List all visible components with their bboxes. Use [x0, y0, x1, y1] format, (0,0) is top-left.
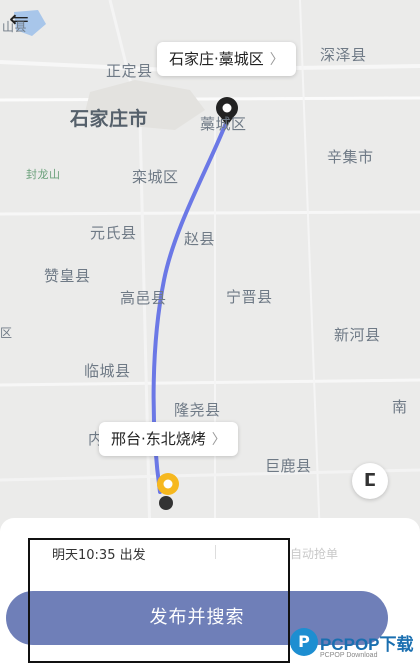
map-label: 正定县	[106, 62, 153, 80]
map-label: 栾城区	[132, 168, 179, 186]
map-label: 藁城区	[200, 115, 247, 133]
map-label: 赞皇县	[44, 267, 91, 285]
map-label: 宁晋县	[226, 288, 273, 306]
route-map[interactable]: ⇐ 山县 正定县 石家庄市 藁城区 深泽县 辛集市 封龙山 栾城区 元氏县 赵县…	[0, 0, 420, 540]
destination-callout-label: 邢台·东北烧烤	[111, 430, 206, 448]
origin-callout-label: 石家庄·藁城区	[169, 50, 264, 68]
auto-grab-toggle[interactable]: 自动抢单	[290, 545, 338, 562]
map-label: 辛集市	[327, 148, 374, 166]
destination-marker[interactable]	[157, 473, 179, 510]
origin-callout[interactable]: 石家庄·藁城区〉	[157, 42, 296, 76]
map-label: 石家庄市	[70, 108, 149, 130]
map-label: 新河县	[334, 326, 381, 344]
relocate-icon: ⵎ	[363, 470, 377, 491]
map-label: 巨鹿县	[265, 457, 312, 475]
map-label: 隆尧县	[174, 401, 221, 419]
watermark-sub: PCPOP Download	[320, 652, 378, 659]
chevron-right-icon: 〉	[269, 52, 284, 68]
chevron-right-icon: 〉	[211, 432, 226, 448]
map-label: 区	[0, 326, 13, 340]
map-label: 元氏县	[90, 224, 137, 242]
highlight-box	[28, 538, 290, 663]
map-label: 临城县	[84, 362, 131, 380]
map-label: 封龙山	[26, 168, 61, 181]
map-label: 高邑县	[120, 289, 167, 307]
watermark-logo-icon: P	[290, 628, 318, 656]
map-label: 赵县	[184, 230, 216, 248]
destination-callout[interactable]: 邢台·东北烧烤〉	[99, 422, 238, 456]
map-label: 南	[392, 398, 408, 416]
map-label: 深泽县	[320, 46, 367, 64]
map-label: 山县	[2, 20, 28, 34]
relocate-button[interactable]: ⵎ	[352, 463, 388, 499]
